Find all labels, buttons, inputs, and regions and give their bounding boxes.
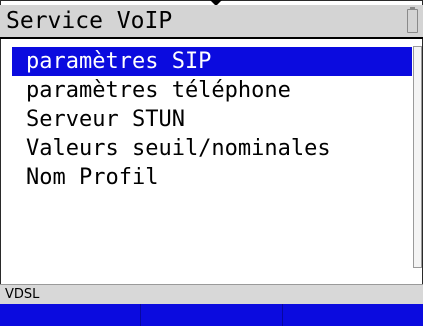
page-title: Service VoIP [6, 8, 173, 34]
softkey-3[interactable] [282, 304, 423, 326]
softkey-bar [0, 304, 423, 326]
scrollbar[interactable] [413, 46, 422, 268]
menu-item-sip-parameters[interactable]: paramètres SIP [12, 47, 412, 76]
interface-status: VDSL [5, 287, 40, 302]
battery-icon [407, 7, 418, 33]
softkey-1[interactable] [0, 304, 142, 326]
menu-item-phone-parameters[interactable]: paramètres téléphone [12, 76, 412, 105]
menu-item-profile-name[interactable]: Nom Profil [12, 163, 412, 192]
menu-list: paramètres SIP paramètres téléphone Serv… [12, 47, 412, 269]
divider [0, 37, 423, 39]
title-bar: Service VoIP [0, 5, 423, 37]
menu-item-stun-server[interactable]: Serveur STUN [12, 105, 412, 134]
status-bar: VDSL [0, 284, 423, 304]
softkey-2[interactable] [141, 304, 283, 326]
menu-item-threshold-values[interactable]: Valeurs seuil/nominales [12, 134, 412, 163]
